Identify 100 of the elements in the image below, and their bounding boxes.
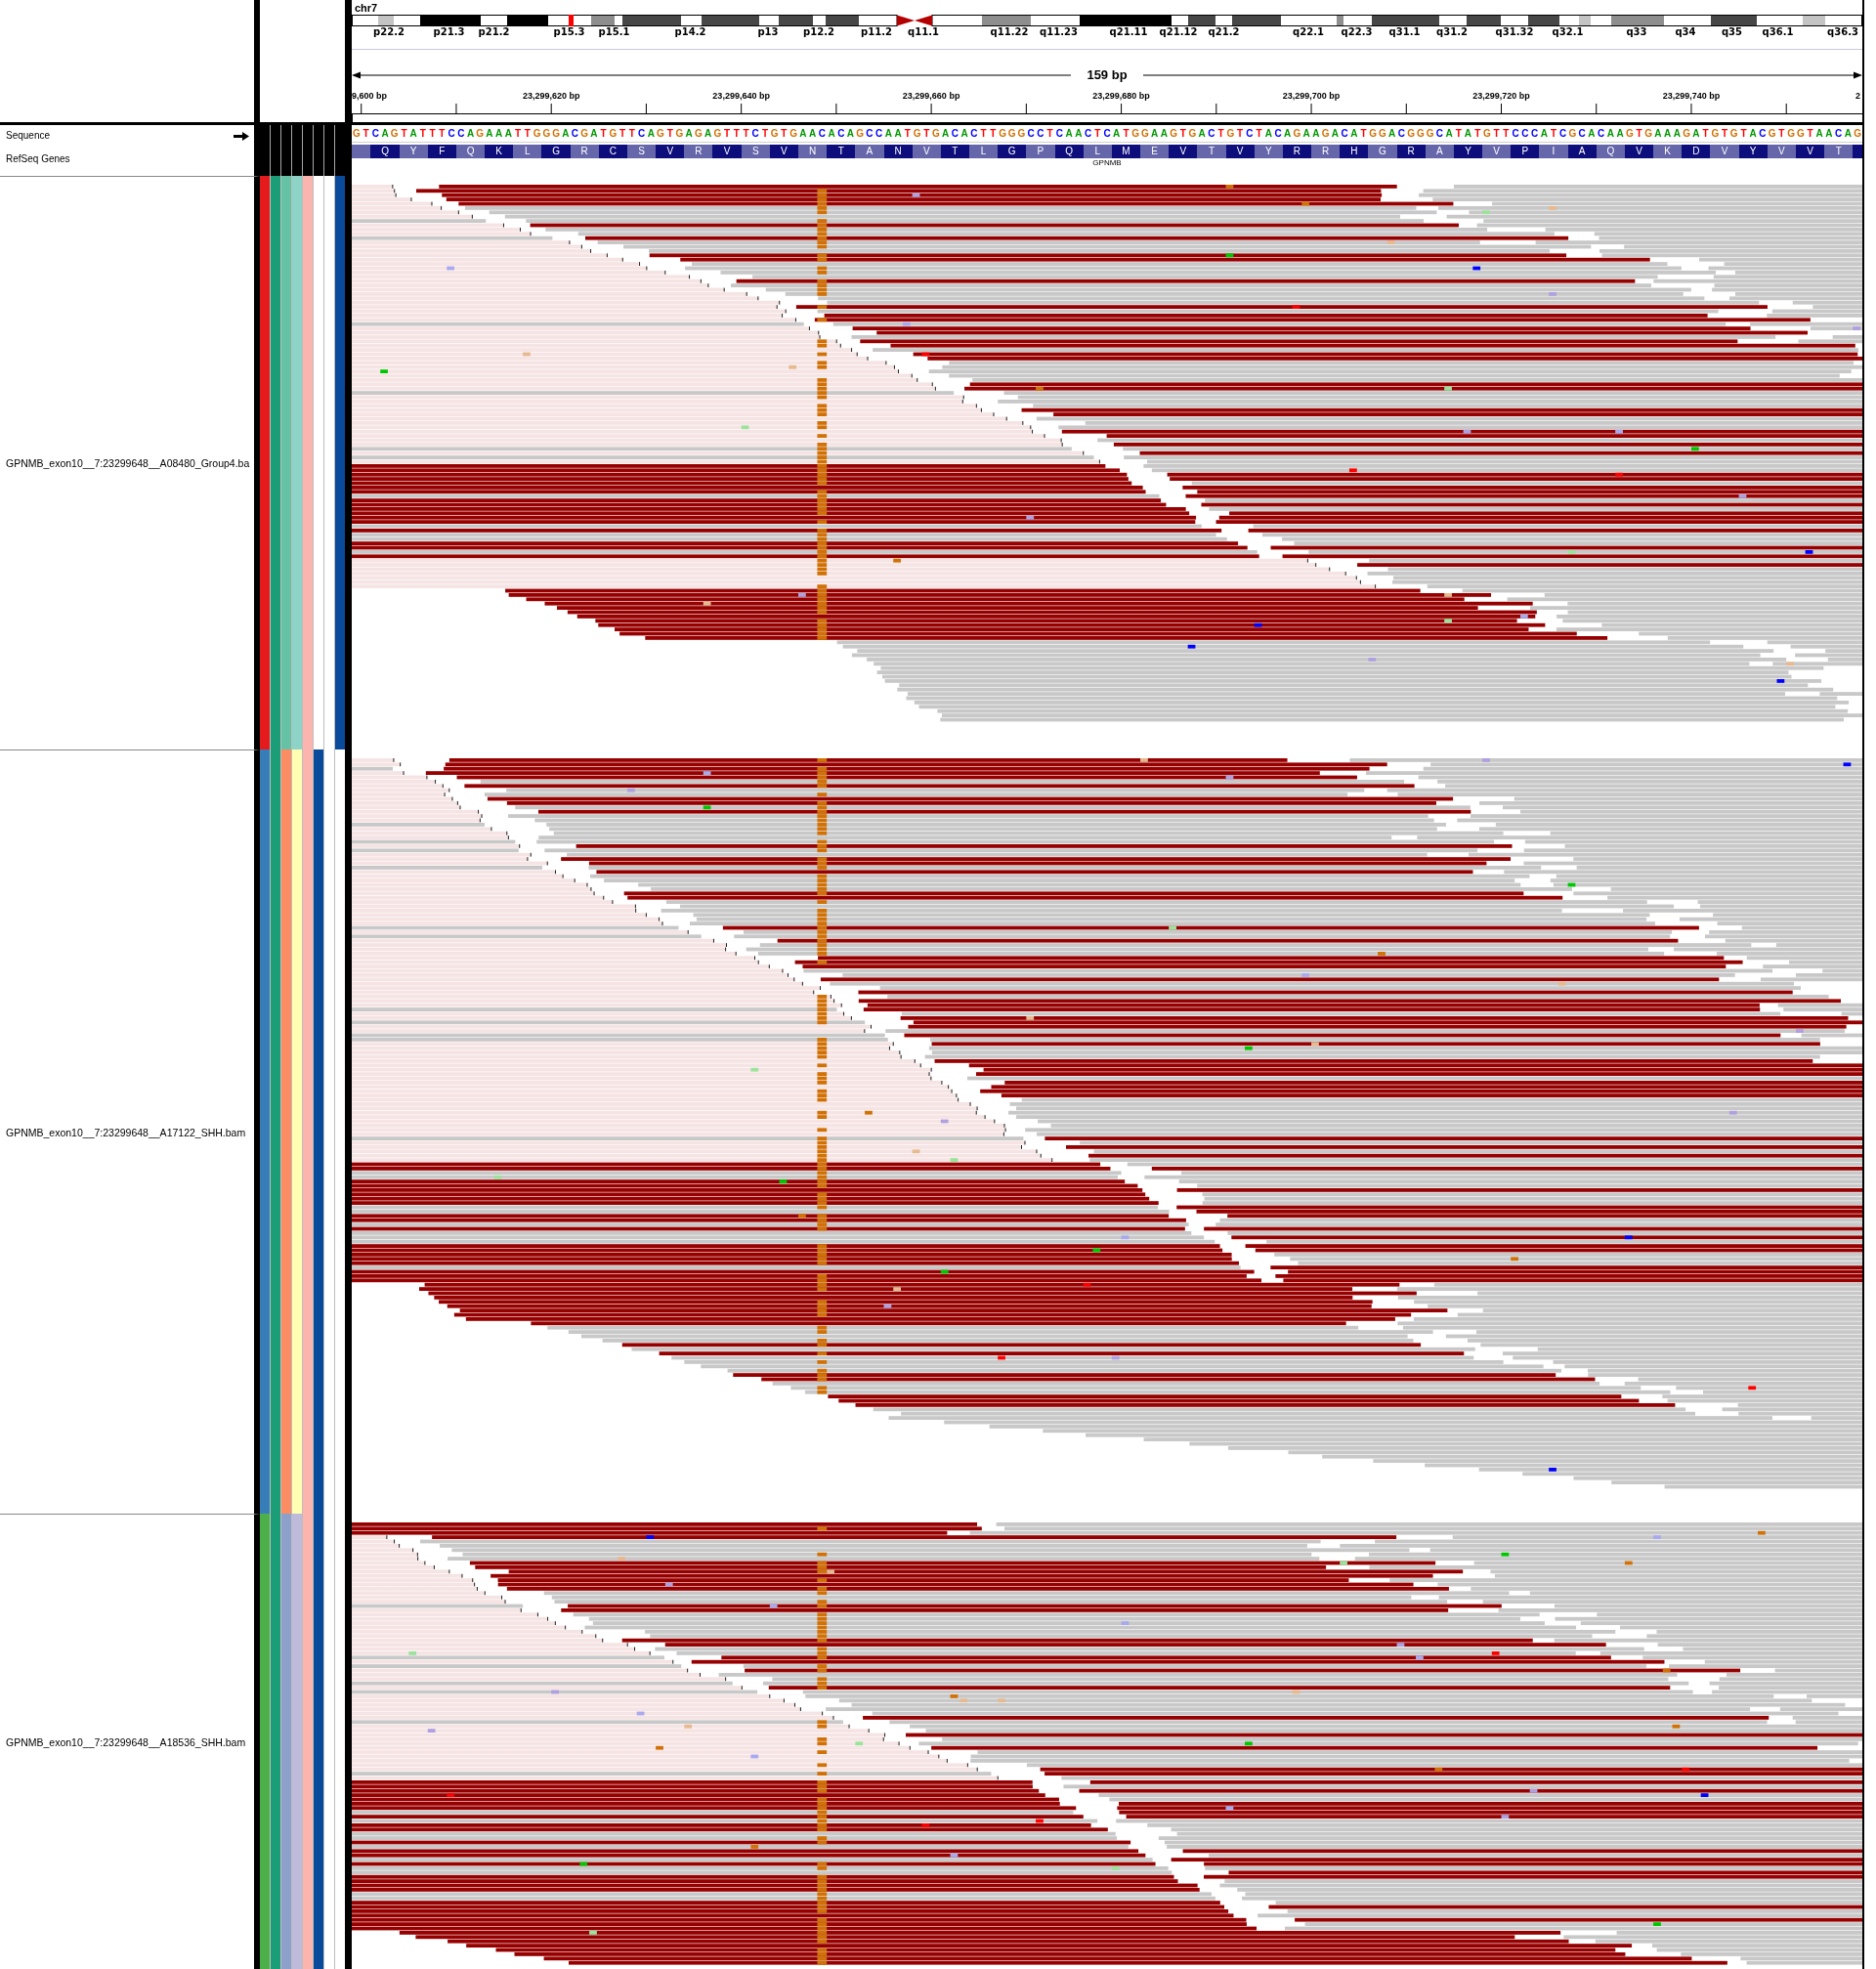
base-letter: A — [684, 127, 694, 140]
ruler-tick-label: 23,299,740 bp — [1662, 91, 1721, 102]
base-letter: G — [1406, 127, 1416, 140]
cytoband-label: p15.1 — [598, 26, 630, 38]
amino-acid: Y — [1738, 145, 1768, 158]
track-name[interactable]: GPNMB_exon10__7:23299648__A08480_Group4.ba — [6, 457, 250, 469]
base-letter: G — [579, 127, 590, 140]
amino-acid: T — [1197, 145, 1226, 158]
amino-acid: V — [1767, 145, 1796, 158]
track-name[interactable]: GPNMB_exon10__7:23299648__A18536_SHH.bam — [6, 1735, 246, 1748]
base-letter: C — [865, 127, 874, 140]
base-letter: G — [769, 127, 780, 140]
base-letter: C — [1026, 127, 1036, 140]
base-letter: G — [608, 127, 618, 140]
amino-acid: P — [1026, 145, 1055, 158]
track-name[interactable]: Sequence — [6, 130, 51, 142]
base-letter: C — [636, 127, 647, 140]
base-letter: T — [1255, 127, 1263, 140]
ruler-tick-label: 23,299,720 bp — [1472, 91, 1530, 102]
base-letter: C — [1529, 127, 1540, 140]
base-letter: A — [959, 127, 969, 140]
base-letter: A — [827, 127, 836, 140]
amino-acid: R — [1311, 145, 1341, 158]
base-letter: T — [514, 127, 523, 140]
base-letter: A — [485, 127, 494, 140]
cytoband-label: p21.3 — [433, 26, 465, 38]
base-letter: A — [589, 127, 599, 140]
base-letter: C — [447, 127, 456, 140]
cytoband-label: q34 — [1675, 26, 1696, 38]
amino-acid: Q — [1054, 145, 1084, 158]
base-letter: G — [1292, 127, 1302, 140]
base-letter: A — [1064, 127, 1074, 140]
base-letter: T — [1093, 127, 1102, 140]
base-letter: G — [352, 127, 362, 140]
amino-acid: H — [1340, 145, 1369, 158]
base-letter: A — [380, 127, 390, 140]
base-letter: A — [798, 127, 808, 140]
base-letter: G — [1767, 127, 1777, 140]
base-letter: T — [1492, 127, 1501, 140]
base-letter: A — [646, 127, 656, 140]
base-letter: C — [1558, 127, 1568, 140]
amino-acid: A — [1425, 145, 1454, 158]
base-letter: A — [1663, 127, 1673, 140]
base-letter: C — [1834, 127, 1844, 140]
amino-acid: K — [1653, 145, 1683, 158]
base-letter: A — [1197, 127, 1207, 140]
base-letter: C — [750, 127, 760, 140]
base-letter: A — [845, 127, 856, 140]
base-letter: G — [1853, 127, 1862, 140]
base-letter: G — [1368, 127, 1379, 140]
amino-acid: R — [1396, 145, 1426, 158]
cytoband-label: q11.23 — [1040, 26, 1078, 38]
cytoband-label: q36.1 — [1762, 26, 1794, 38]
chromosome-label: chr7 — [355, 1, 378, 14]
amino-acid: N — [798, 145, 828, 158]
amino-acid: D — [1682, 145, 1711, 158]
base-letter: A — [1112, 127, 1122, 140]
base-letter: A — [1824, 127, 1834, 140]
cytoband-label: q21.12 — [1159, 26, 1198, 38]
base-letter: T — [903, 127, 912, 140]
base-letter: C — [1758, 127, 1768, 140]
ruler-tick-label: 2 — [1855, 91, 1860, 102]
track-name[interactable]: GPNMB_exon10__7:23299648__A17122_SHH.bam — [6, 1126, 246, 1138]
base-letter: C — [1434, 127, 1444, 140]
base-letter: T — [1777, 127, 1786, 140]
base-letter: A — [1539, 127, 1549, 140]
amino-acid: T — [1824, 145, 1854, 158]
base-letter: G — [998, 127, 1007, 140]
base-letter: T — [362, 127, 370, 140]
amino-acid: R — [1282, 145, 1312, 158]
cytoband-label: q21.2 — [1208, 26, 1240, 38]
chromosome-ideogram-drawing[interactable] — [352, 15, 1862, 26]
amino-acid: V — [912, 145, 941, 158]
base-letter: C — [1083, 127, 1093, 140]
region-marker-icon — [569, 15, 574, 26]
base-letter: A — [1587, 127, 1597, 140]
base-letter: T — [618, 127, 627, 140]
cytoband-label: p22.2 — [373, 26, 405, 38]
track-name[interactable]: RefSeq Genes — [6, 153, 70, 165]
base-letter: C — [874, 127, 884, 140]
base-letter: T — [1045, 127, 1054, 140]
amino-acid: Y — [1254, 145, 1283, 158]
cytoband-label: q31.32 — [1495, 26, 1534, 38]
base-letter: G — [1567, 127, 1578, 140]
base-letter: T — [1806, 127, 1814, 140]
base-letter: G — [551, 127, 561, 140]
amino-acid: T — [827, 145, 856, 158]
base-letter: C — [1340, 127, 1349, 140]
base-letter: A — [941, 127, 951, 140]
base-letter: T — [1739, 127, 1748, 140]
base-letter: G — [532, 127, 542, 140]
base-letter: G — [912, 127, 922, 140]
arrow-right-icon[interactable] — [234, 131, 249, 141]
base-letter: A — [1691, 127, 1701, 140]
base-letter: T — [723, 127, 732, 140]
base-letter: G — [1378, 127, 1387, 140]
base-letter: G — [1130, 127, 1141, 140]
base-letter: C — [570, 127, 580, 140]
cytoband-label: p21.2 — [478, 26, 510, 38]
base-letter: A — [1150, 127, 1160, 140]
